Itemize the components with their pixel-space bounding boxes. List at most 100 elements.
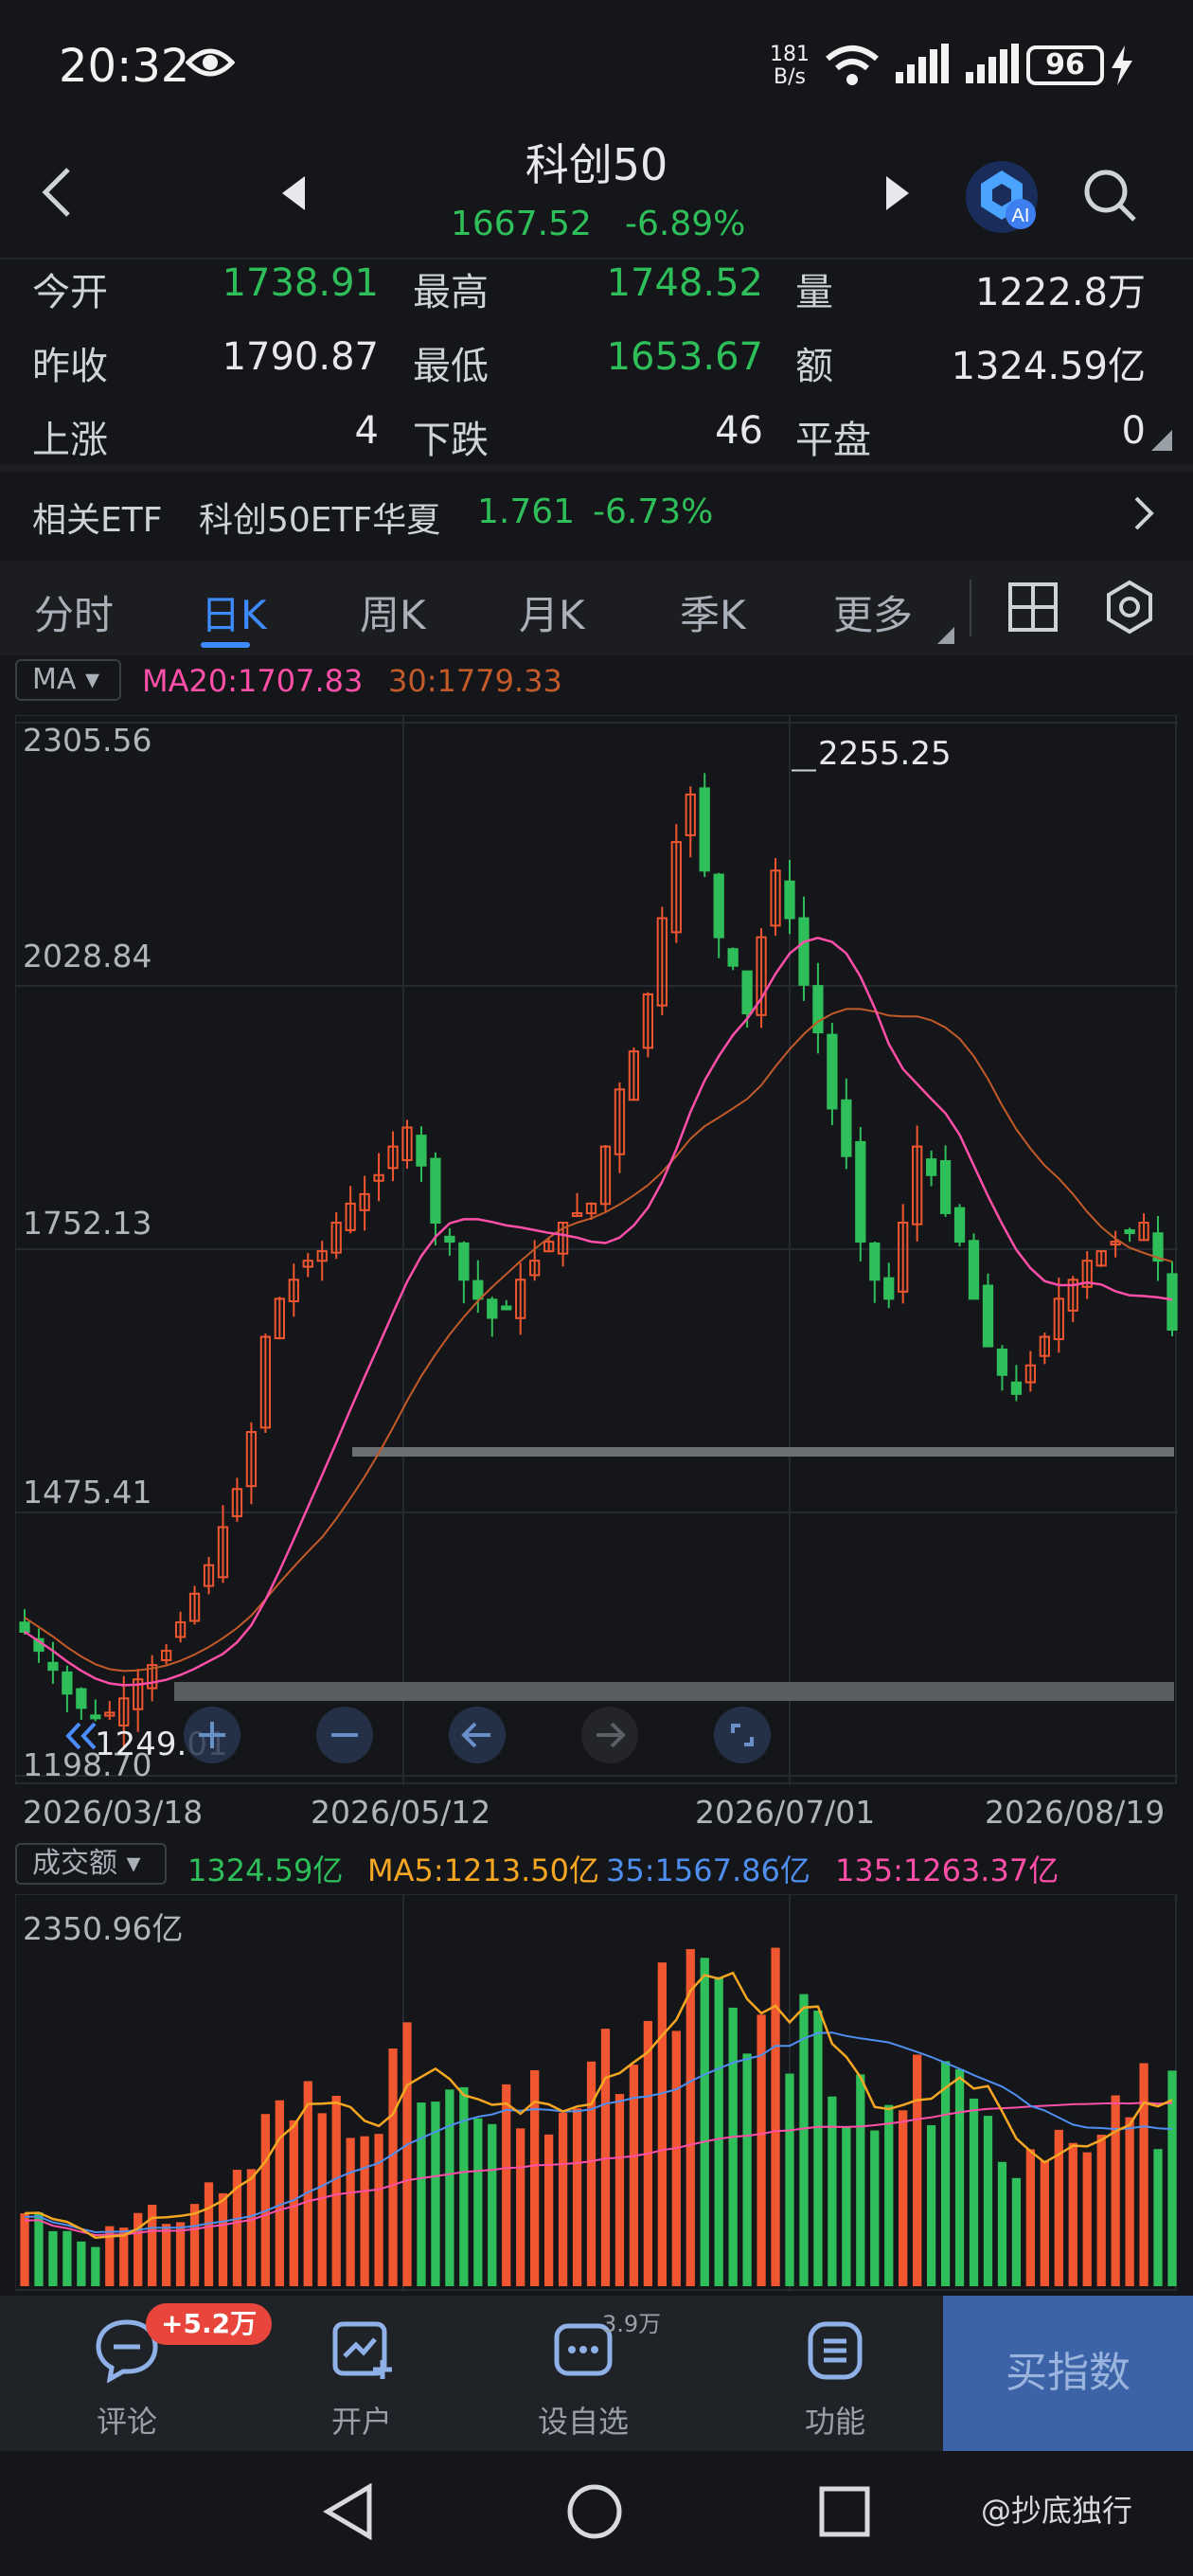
comment-count-badge: +5.2万 [146,2303,273,2345]
settings-gear-icon[interactable] [1102,580,1157,635]
scroll-left-double-icon[interactable] [62,1722,100,1750]
open-account-button[interactable]: 开户 [286,2318,437,2442]
volume-bar [558,2112,568,2286]
volume-bar [742,2053,752,2286]
volume-bar [1068,2142,1077,2286]
tab-monthly-k[interactable]: 月K [519,583,585,641]
open-value: 1738.91 [222,261,379,305]
header-divider [0,258,1193,259]
flat-value: 0 [1121,409,1146,453]
wifi-icon [826,45,879,85]
rise-value: 4 [354,409,379,453]
volume-bar [417,2102,426,2286]
ma-indicator-selector[interactable]: MA ▾ [15,659,121,701]
volume-bar [1153,2149,1163,2286]
functions-button[interactable]: 功能 [759,2318,911,2442]
fullscreen-button[interactable] [712,1705,773,1765]
volume-bar [218,2192,228,2286]
battery-indicator: 96 [1026,45,1104,85]
tab-more[interactable]: 更多 [833,583,913,641]
volume-bar [134,2212,143,2286]
grid-layout-icon[interactable] [1007,581,1059,633]
kline-candle [925,1158,937,1176]
volume-bar [983,2116,993,2286]
chevron-right-icon [1134,496,1154,530]
ma20-line [24,936,1173,1687]
kline-candle [1010,1381,1023,1395]
functions-icon [808,2321,863,2380]
volume-bar [813,2011,823,2286]
weibo-watermark: @抄底独行 [981,2493,1133,2529]
volume-bar [303,2081,312,2286]
volume-bar [785,2073,794,2286]
volume-bar [700,1958,709,2286]
volume-bar [899,2110,908,2286]
page-title: 科创50 [525,139,668,190]
volume-bar [586,2061,596,2286]
volume-bar [360,2136,369,2286]
kline-candle [19,1621,30,1633]
search-icon[interactable] [1081,167,1138,224]
more-dropdown-corner-icon [937,627,954,644]
related-etf-row[interactable]: 相关ETF 科创50ETF华夏 1.761 -6.73% [0,464,1193,559]
prev-stock-icon[interactable] [280,176,307,210]
volume-chart[interactable] [15,1894,1178,2292]
volume-indicator-selector[interactable]: 成交额 ▾ [15,1843,167,1885]
kline-candle [1166,1273,1178,1332]
volume-bar [388,2048,398,2286]
kline-candle [741,970,753,1014]
volume-bar [1125,2117,1134,2286]
volume-ma135-legend: 135:1263.37亿 [835,1852,1059,1888]
date-label-4: 2026/08/19 [985,1794,1166,1831]
tab-quarterly-k[interactable]: 季K [680,583,746,641]
kline-candle [939,1159,952,1214]
volume-bar [473,2118,483,2286]
pan-left-button[interactable] [447,1705,507,1765]
turnover-label: 额 [795,345,833,388]
nav-back-icon[interactable] [322,2483,375,2540]
next-stock-icon[interactable] [884,176,911,210]
tab-daily-k[interactable]: 日K [201,583,267,641]
date-label-3: 2026/07/01 [695,1794,876,1831]
y-label-4: 1475.41 [23,1474,152,1511]
volume-bar [842,2126,851,2286]
tab-weekly-k[interactable]: 周K [360,583,426,641]
kline-chart[interactable] [15,715,1178,1785]
signal-icon [896,44,949,83]
nav-home-icon[interactable] [566,2483,623,2540]
volume-bar [48,2230,58,2286]
high-annotation: 2255.25 [818,735,952,773]
ai-assistant-icon[interactable]: AI [962,157,1042,237]
volume-bar [913,2054,922,2286]
expand-corner-icon[interactable] [1151,430,1172,451]
prev-close-label: 昨收 [32,345,108,388]
volume-value: 1222.8万 [975,271,1146,314]
kline-candle [699,787,710,872]
kline-candle [444,1235,455,1243]
back-icon[interactable] [38,166,76,219]
volume-bar [1082,2152,1092,2286]
status-time: 20:32 [59,40,190,93]
buy-index-button[interactable]: 买指数 [943,2296,1193,2451]
volume-bar [870,2130,880,2286]
kline-candle [841,1099,852,1157]
volume-bar [331,2095,341,2286]
tab-intraday[interactable]: 分时 [34,583,114,641]
kline-candle [827,1033,838,1110]
kline-candle [982,1284,994,1348]
pan-right-button[interactable] [579,1705,640,1765]
etf-price: 1.761 [477,492,576,531]
rise-label: 上涨 [32,419,108,462]
zoom-in-button[interactable] [182,1705,242,1765]
nav-recents-icon[interactable] [818,2485,871,2538]
volume-bar [175,2222,186,2286]
volume-bar [1025,2149,1036,2286]
volume-bar [77,2241,86,2286]
zoom-out-button[interactable] [314,1705,375,1765]
fall-value: 46 [715,409,763,453]
ma20-legend: MA20:1707.83 [142,663,364,699]
volume-bar [374,2134,383,2286]
volume-bar [997,2161,1007,2286]
volume-bar [502,2084,511,2286]
volume-bar [289,2120,298,2286]
